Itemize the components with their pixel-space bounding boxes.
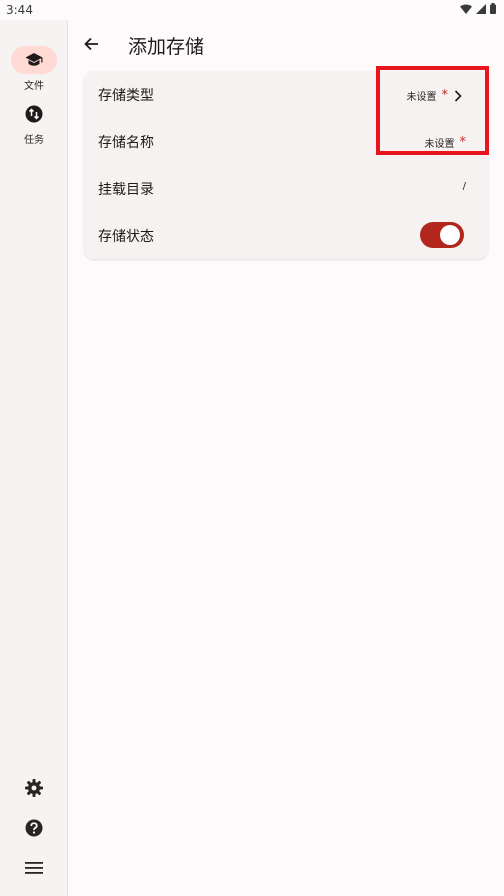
settings-icon	[25, 779, 43, 797]
rail-label-tasks: 任务	[24, 135, 44, 146]
mount-directory-value: /	[462, 181, 466, 192]
arrow-back-icon	[84, 37, 98, 51]
status-time: 3:44	[6, 3, 33, 17]
graduation-cap-icon	[25, 53, 43, 66]
battery-icon	[490, 3, 496, 14]
settings-button[interactable]	[0, 779, 68, 797]
row-label-storage-type: 存储类型	[98, 88, 154, 104]
app-bar: 添加存储	[68, 20, 504, 68]
status-icons	[460, 3, 496, 14]
page-title: 添加存储	[128, 36, 205, 58]
storage-status-toggle[interactable]	[420, 222, 464, 248]
row-storage-status: 存储状态	[84, 212, 488, 259]
rail-item-tasks[interactable]: 任务	[0, 100, 68, 146]
navigation-rail: 文件 任务	[0, 20, 68, 896]
rail-label-files: 文件	[24, 81, 44, 92]
row-label-mount-directory: 挂载目录	[98, 182, 154, 198]
back-button[interactable]	[80, 32, 104, 56]
highlight-box	[376, 66, 489, 155]
help-button[interactable]	[0, 819, 68, 837]
rail-pill	[11, 100, 57, 128]
row-mount-directory[interactable]: 挂载目录 /	[84, 165, 488, 212]
row-label-storage-status: 存储状态	[98, 229, 154, 245]
signal-icon	[476, 3, 486, 14]
menu-button[interactable]	[0, 861, 68, 875]
rail-pill-active	[11, 46, 57, 74]
menu-icon	[25, 862, 43, 874]
wifi-icon	[460, 4, 472, 14]
row-label-storage-name: 存储名称	[98, 135, 154, 151]
help-icon	[25, 819, 43, 837]
status-bar: 3:44	[0, 0, 504, 20]
toggle-knob	[440, 225, 460, 245]
sync-circle-icon	[25, 105, 43, 123]
rail-item-files[interactable]: 文件	[0, 46, 68, 92]
